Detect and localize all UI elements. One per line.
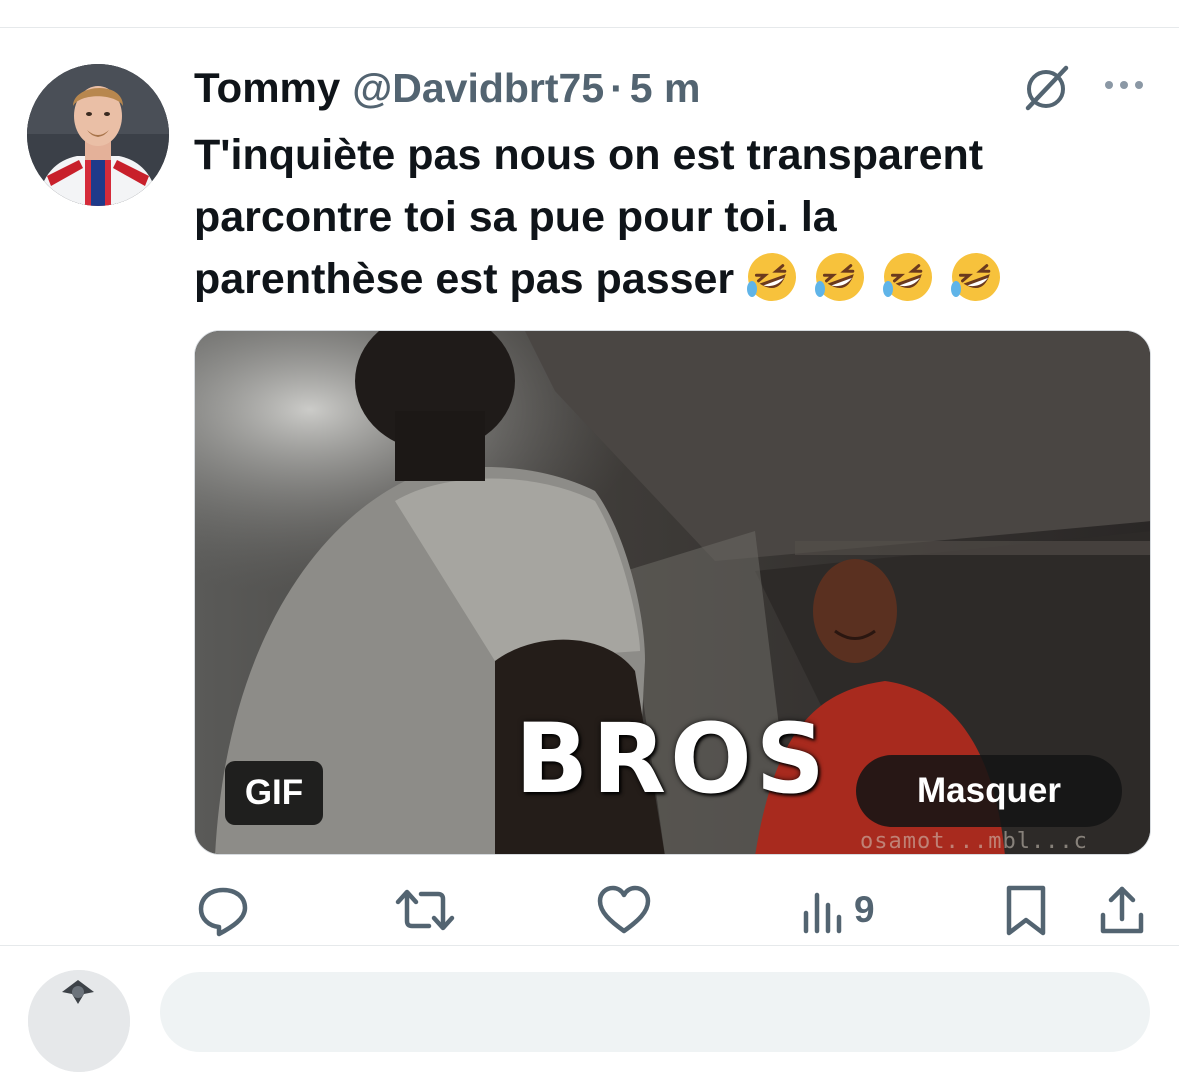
gif-media[interactable]: BROS osamot...mbl...c GIF Masquer — [194, 330, 1151, 855]
rofl-emoji-icon — [815, 252, 865, 301]
author-name[interactable]: Tommy — [194, 64, 340, 112]
tweet-text-line-1: T'inquiète pas nous on est transparent — [194, 131, 984, 179]
tweet-text: T'inquiète pas nous on est transparent p… — [194, 124, 1154, 310]
emoji-row — [744, 249, 1004, 305]
heart-icon — [597, 885, 651, 934]
bottom-divider — [0, 945, 1179, 946]
bookmark-icon — [1006, 885, 1046, 936]
grok-icon[interactable] — [1020, 62, 1072, 114]
gif-overlay-text: BROS — [515, 703, 829, 815]
views-button[interactable]: 9 — [800, 880, 875, 940]
like-button[interactable] — [596, 880, 652, 940]
rofl-emoji-icon — [883, 252, 933, 301]
share-icon — [1100, 886, 1144, 934]
tweet-text-line-3: parenthèse est pas passer — [194, 248, 1154, 310]
hide-media-button[interactable]: Masquer — [856, 755, 1122, 827]
tweet-header: Tommy @Davidbrt75 · 5 m — [194, 60, 700, 116]
gif-watermark: osamot...mbl...c — [860, 829, 1088, 854]
share-button[interactable] — [1098, 880, 1146, 940]
views-count: 9 — [854, 889, 875, 930]
tweet-time[interactable]: 5 m — [630, 65, 701, 112]
separator-dot: · — [610, 64, 624, 111]
reply-input[interactable] — [160, 972, 1150, 1052]
rofl-emoji-icon — [747, 252, 797, 301]
gif-badge: GIF — [225, 761, 323, 825]
reply-icon — [198, 887, 248, 937]
tweet-text-line-3-text: parenthèse est pas passer — [194, 255, 735, 303]
retweet-icon — [395, 889, 455, 931]
retweet-button[interactable] — [395, 880, 455, 940]
reply-button[interactable] — [196, 880, 250, 940]
user-avatar[interactable] — [28, 970, 130, 1072]
top-divider — [0, 27, 1179, 28]
author-handle[interactable]: @Davidbrt75 — [352, 65, 604, 112]
tweet-action-bar: 9 — [0, 880, 1179, 944]
rofl-emoji-icon — [951, 252, 1001, 301]
tweet-text-line-2: parcontre toi sa pue pour toi. la — [194, 193, 837, 241]
author-avatar[interactable] — [27, 64, 169, 206]
more-icon[interactable] — [1100, 70, 1148, 100]
bookmark-button[interactable] — [1003, 880, 1049, 940]
views-icon — [803, 892, 842, 934]
